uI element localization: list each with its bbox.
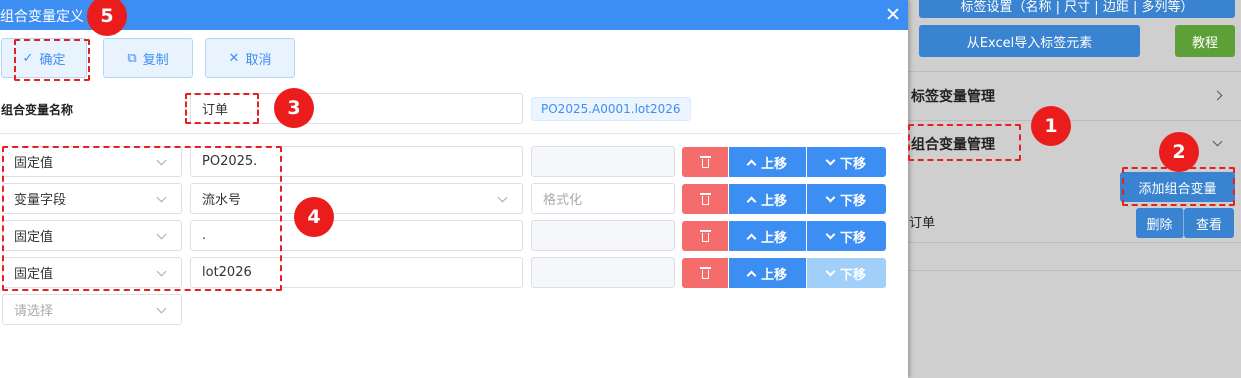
chevron-right-icon[interactable]: [1212, 90, 1223, 101]
divider: [908, 120, 1241, 121]
move-down-label: 下移: [839, 230, 866, 246]
highlight-name-input: [185, 93, 259, 124]
chevron-up-icon: [746, 196, 757, 206]
row-format-input[interactable]: 格式化: [531, 183, 675, 214]
dialog-titlebar: 组合变量定义: [0, 0, 908, 30]
row-delete-button[interactable]: [682, 147, 728, 177]
combo-list-item: 订单: [909, 216, 936, 231]
row-move-up-button[interactable]: 上移: [729, 221, 806, 251]
cancel-button[interactable]: ✕ 取消: [205, 38, 295, 78]
move-up-label: 上移: [760, 267, 787, 283]
divider: [908, 242, 1241, 243]
divider: [908, 71, 1241, 72]
highlight-combo-section: [908, 124, 1021, 161]
highlight-row-types: [2, 146, 282, 291]
annotation-badge: 3: [274, 88, 314, 128]
delete-button[interactable]: 删除: [1136, 208, 1184, 238]
dialog-title: 组合变量定义: [0, 9, 84, 25]
copy-icon: ⧉: [127, 50, 137, 66]
chevron-down-icon: [825, 266, 836, 276]
chevron-up-icon: [746, 233, 757, 243]
copy-label: 复制: [142, 52, 169, 68]
row-move-down-button[interactable]: 下移: [807, 147, 886, 177]
row-format-input: [531, 146, 675, 177]
chevron-down-icon: [156, 303, 167, 314]
divider: [0, 133, 902, 134]
trash-icon: [699, 193, 711, 205]
row-delete-button[interactable]: [682, 258, 728, 288]
chevron-up-icon: [746, 270, 757, 280]
trash-icon: [699, 267, 711, 279]
row-move-up-button[interactable]: 上移: [729, 258, 806, 288]
annotation-badge: 1: [1031, 106, 1071, 146]
row-move-down-button[interactable]: 下移: [807, 221, 886, 251]
copy-button[interactable]: ⧉ 复制: [103, 38, 193, 78]
chevron-up-icon: [746, 159, 757, 169]
view-button[interactable]: 查看: [1184, 208, 1234, 238]
row-move-down-button[interactable]: 下移: [807, 184, 886, 214]
row-move-down-button[interactable]: 下移: [807, 258, 886, 288]
chevron-down-icon: [825, 192, 836, 202]
annotation-badge: 4: [294, 197, 334, 237]
preview-tag: PO2025.A0001.lot2026: [531, 97, 691, 121]
chevron-down-icon: [825, 155, 836, 165]
chevron-down-icon[interactable]: [1212, 136, 1223, 147]
import-excel-button[interactable]: 从Excel导入标签元素: [919, 25, 1140, 57]
label-variable-section[interactable]: 标签变量管理: [911, 86, 995, 106]
format-placeholder: 格式化: [543, 193, 583, 208]
highlight-confirm: [14, 39, 90, 81]
close-icon[interactable]: [886, 7, 900, 21]
chevron-down-icon: [825, 229, 836, 239]
row-move-up-button[interactable]: 上移: [729, 147, 806, 177]
trash-icon: [699, 156, 711, 168]
row-format-input: [531, 257, 675, 288]
combo-name-label: 组合变量名称: [1, 103, 74, 117]
move-down-label: 下移: [839, 156, 866, 172]
divider: [908, 270, 1241, 271]
move-down-label: 下移: [839, 267, 866, 283]
move-down-label: 下移: [839, 193, 866, 209]
tutorial-button[interactable]: 教程: [1175, 25, 1235, 57]
highlight-add-button: [1122, 167, 1235, 206]
row-delete-button[interactable]: [682, 221, 728, 251]
row-move-up-button[interactable]: 上移: [729, 184, 806, 214]
move-up-label: 上移: [760, 156, 787, 172]
label-settings-button[interactable]: 标签设置（名称 | 尺寸 | 边距 | 多列等）: [919, 0, 1235, 18]
cancel-label: 取消: [245, 52, 272, 68]
move-up-label: 上移: [760, 230, 787, 246]
combo-item-actions: 删除 查看: [1136, 208, 1234, 238]
row-delete-button[interactable]: [682, 184, 728, 214]
new-row-placeholder: 请选择: [14, 304, 54, 319]
move-up-label: 上移: [760, 193, 787, 209]
close-icon: ✕: [228, 50, 240, 66]
annotation-badge: 2: [1159, 132, 1199, 172]
new-row-select[interactable]: 请选择: [2, 294, 182, 325]
trash-icon: [699, 230, 711, 242]
row-format-input: [531, 220, 675, 251]
chevron-down-icon: [497, 192, 508, 203]
